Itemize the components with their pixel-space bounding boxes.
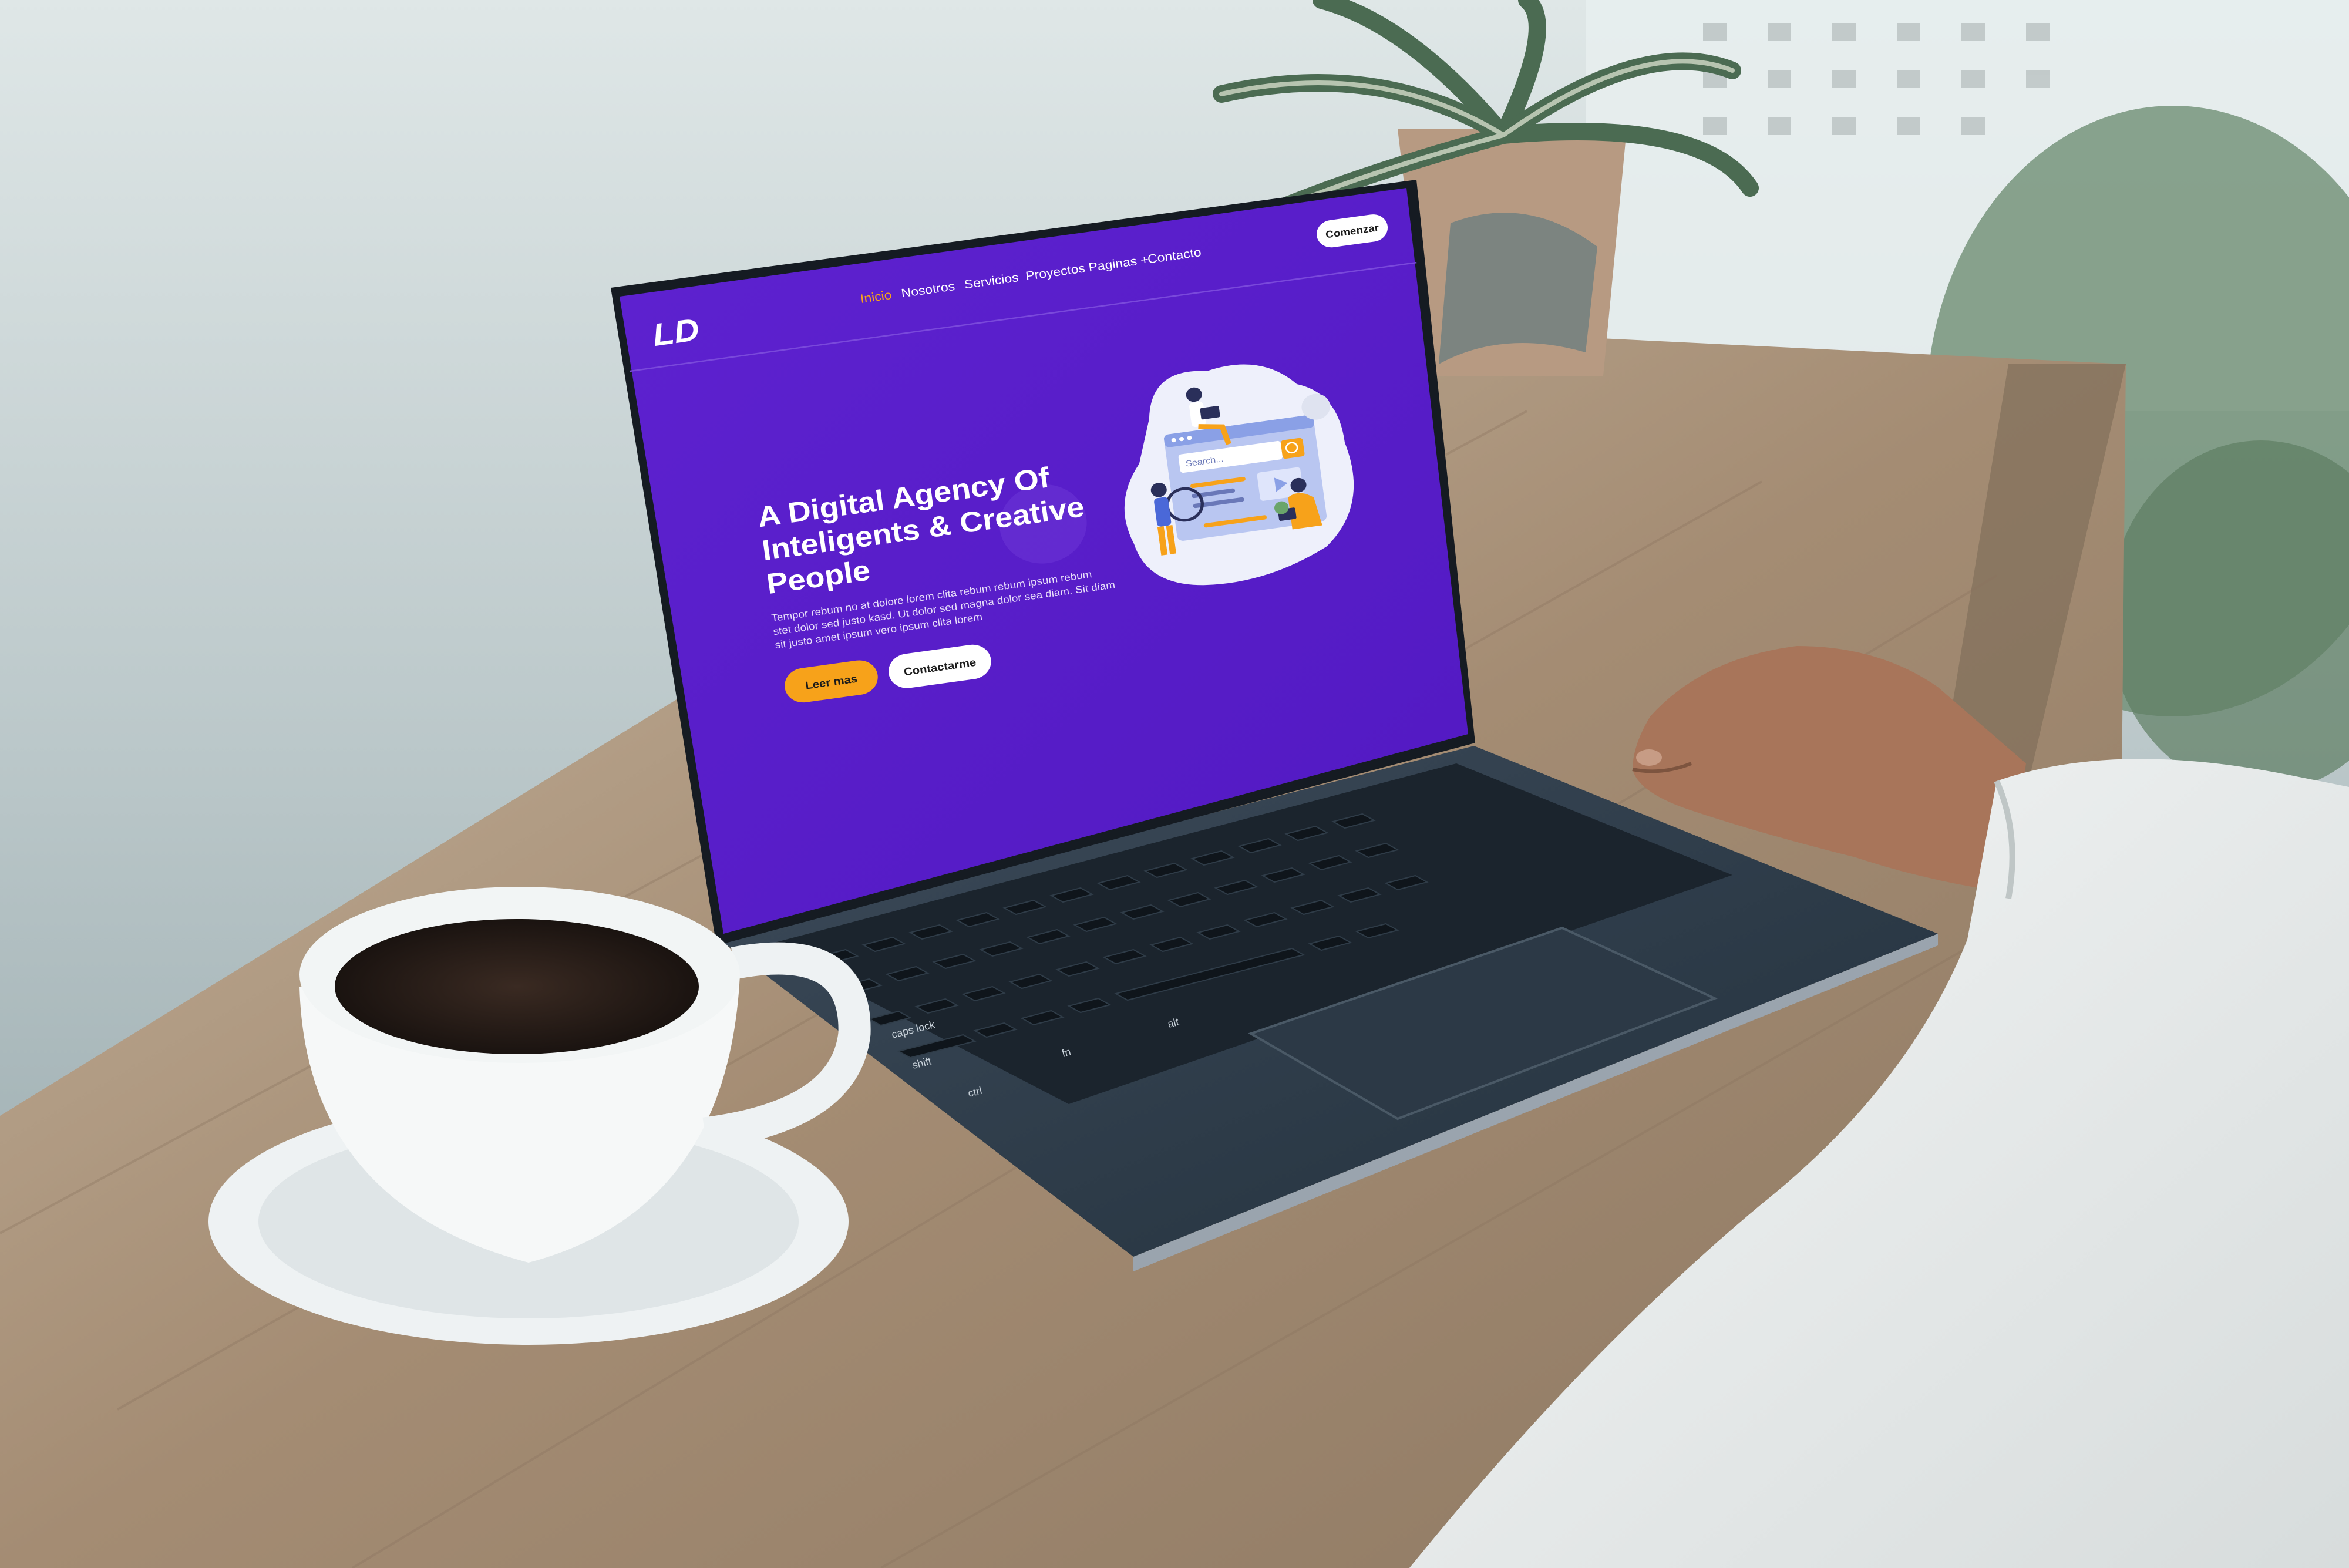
laptop-desk-photo: caps lock shift ctrl fn alt LD Inicio No… [0, 0, 2349, 1568]
coffee [335, 919, 699, 1054]
site-logo[interactable]: LD [651, 312, 702, 353]
